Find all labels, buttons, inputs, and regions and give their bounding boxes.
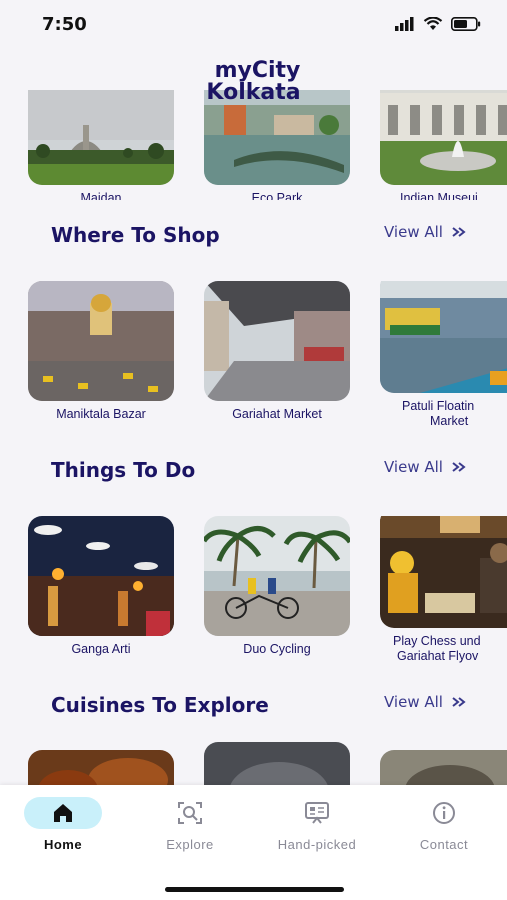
caption-line-2: Gariahat Flyov <box>397 649 479 663</box>
tab-label: Hand-picked <box>277 837 357 852</box>
status-time: 7:50 <box>42 14 87 35</box>
card-duo-cycling[interactable]: Duo Cycling <box>204 516 350 657</box>
double-chevron-right-icon <box>452 697 466 707</box>
tab-label: Explore <box>166 837 214 852</box>
hand-picked-icon <box>305 802 329 824</box>
card-caption: Maniktala Bazar <box>56 407 146 421</box>
home-scroll-content[interactable]: Maidan Eco Park Indian Museui Where To S… <box>0 90 507 785</box>
gariahat-market-image <box>204 281 350 401</box>
view-all-shop-button[interactable]: View All <box>384 223 469 241</box>
tab-label: Home <box>43 837 83 852</box>
signal-icon <box>395 17 414 31</box>
card-caption: Ganga Arti <box>71 642 131 656</box>
home-icon <box>54 804 72 822</box>
patuli-floating-market-image <box>380 281 507 393</box>
duo-cycling-image <box>204 516 350 636</box>
bottom-tab-bar: Home Explore Hand-picked Contact <box>0 785 507 900</box>
caption-line-1: Play Chess und <box>393 634 481 648</box>
card-maniktala-bazar[interactable]: Maniktala Bazar <box>28 281 174 422</box>
view-all-label: View All <box>384 693 443 711</box>
card-caption: Play Chess und Gariahat Flyov <box>380 634 507 664</box>
card-ganga-arti[interactable]: Ganga Arti <box>28 516 174 657</box>
card-caption: Maidan <box>80 191 122 200</box>
wifi-icon <box>423 17 443 30</box>
card-cuisine-2[interactable] <box>204 742 350 785</box>
card-patuli-floating-market[interactable]: Patuli Floatin­ Market <box>380 281 507 429</box>
caption-line-1: Patuli Floatin­ <box>402 399 475 413</box>
card-play-chess[interactable]: Play Chess und Gariahat Flyov <box>380 516 507 664</box>
double-chevron-right-icon <box>452 462 466 472</box>
cuisines-row[interactable] <box>0 742 507 785</box>
app-logo: myCity Kolkata <box>0 60 507 104</box>
tab-explore[interactable]: Explore <box>127 797 253 852</box>
cuisine-1-image <box>28 750 174 785</box>
view-all-things-to-do-button[interactable]: View All <box>384 458 469 476</box>
cuisine-3-image <box>380 750 507 785</box>
status-icons <box>395 17 481 31</box>
app-title-line2: Kolkata <box>206 80 301 105</box>
section-title-things-to-do: Things To Do <box>51 458 196 482</box>
view-all-cuisines-button[interactable]: View All <box>384 693 469 711</box>
double-chevron-right-icon <box>452 227 466 237</box>
caption-line-2: Market <box>430 414 469 428</box>
view-all-label: View All <box>384 223 443 241</box>
card-caption: Eco Park <box>251 191 303 200</box>
tab-contact[interactable]: Contact <box>381 797 507 852</box>
shop-row[interactable]: Maniktala Bazar Gariahat Market Patuli F… <box>0 281 507 441</box>
indian-museum-image <box>380 90 507 185</box>
card-cuisine-3[interactable] <box>380 750 507 785</box>
attractions-row[interactable]: Maidan Eco Park Indian Museui <box>0 90 507 200</box>
tab-home[interactable]: Home <box>0 797 126 852</box>
card-caption: Gariahat Market <box>232 407 322 421</box>
card-cuisine-1[interactable] <box>28 750 174 785</box>
home-indicator[interactable] <box>165 887 344 892</box>
home-tab-highlight <box>24 797 102 829</box>
card-indian-museum[interactable]: Indian Museui <box>380 90 507 200</box>
card-gariahat-market[interactable]: Gariahat Market <box>204 281 350 422</box>
hand-picked-icon-wrap <box>254 797 380 829</box>
cuisine-2-image <box>204 742 350 785</box>
explore-icon-wrap <box>127 797 253 829</box>
card-maidan[interactable]: Maidan <box>28 90 174 200</box>
maniktala-bazar-image <box>28 281 174 401</box>
card-caption: Patuli Floatin­ Market <box>380 399 507 429</box>
app-title-line1: myCity <box>214 58 301 83</box>
view-all-label: View All <box>384 458 443 476</box>
maidan-image <box>28 90 174 185</box>
card-caption: Indian Museui <box>400 191 478 200</box>
explore-icon <box>178 802 202 824</box>
status-bar: 7:50 <box>0 0 507 52</box>
battery-icon <box>451 17 481 31</box>
ganga-arti-image <box>28 516 174 636</box>
info-icon <box>433 802 455 824</box>
things-to-do-row[interactable]: Ganga Arti Duo Cycling Play Chess und Ga… <box>0 516 507 676</box>
info-icon-wrap <box>381 797 507 829</box>
section-title-cuisines: Cuisines To Explore <box>51 693 269 717</box>
tab-hand-picked[interactable]: Hand-picked <box>254 797 380 852</box>
card-caption: Duo Cycling <box>243 642 311 656</box>
section-title-shop: Where To Shop <box>51 223 220 247</box>
play-chess-image <box>380 516 507 628</box>
tab-label: Contact <box>419 837 469 852</box>
card-eco-park[interactable]: Eco Park <box>204 90 350 200</box>
